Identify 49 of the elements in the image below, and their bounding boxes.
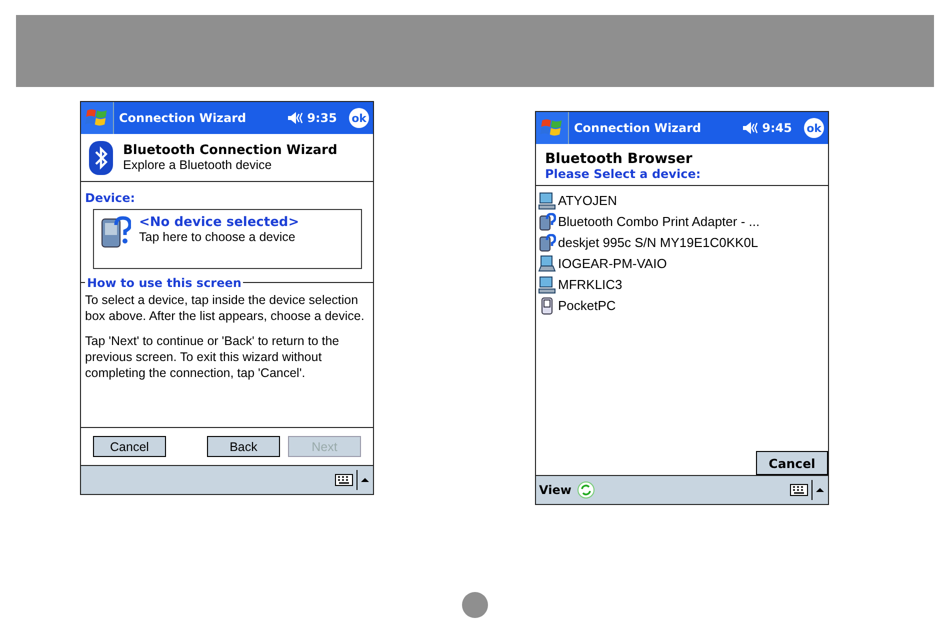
speaker-icon[interactable] <box>742 121 758 135</box>
bluetooth-icon <box>89 140 113 174</box>
window-title: Connection Wizard <box>119 111 248 125</box>
device-item[interactable]: ATYOJEN <box>536 190 828 211</box>
device-name: IOGEAR-PM-VAIO <box>558 256 667 271</box>
keyboard-icon[interactable] <box>790 484 808 496</box>
device-item[interactable]: MFRKLIC3 <box>536 274 828 295</box>
device-item[interactable]: deskjet 995c S/N MY19E1C0KK0L <box>536 232 828 253</box>
page-dot <box>462 592 488 618</box>
windows-flag-icon[interactable] <box>536 112 569 144</box>
device-selection-box[interactable]: <No device selected> Tap here to choose a device <box>93 209 362 269</box>
device-item[interactable]: PocketPC <box>536 295 828 316</box>
caret-icon[interactable] <box>356 470 370 490</box>
help-heading: How to use this screen <box>85 276 244 290</box>
ok-button[interactable]: ok <box>349 108 369 128</box>
help-text: Tap 'Next' to continue or 'Back' to return to the previous screen. To exit this wizard without completing the connection, tap 'Cancel'. <box>85 333 340 381</box>
handheld-question-icon <box>538 212 556 230</box>
cancel-button[interactable]: Cancel <box>756 451 828 475</box>
device-name: ATYOJEN <box>558 193 617 208</box>
handheld-question-icon <box>538 234 556 252</box>
help-text: To select a device, tap inside the device selection box above. After the list appears, choose a device. <box>85 292 365 324</box>
desktop-computer-icon <box>538 276 556 294</box>
clock: 9:45 <box>762 121 792 135</box>
desktop-computer-icon <box>538 192 556 210</box>
view-menu[interactable]: View <box>539 483 572 497</box>
laptop-icon <box>538 254 556 272</box>
wizard-title: Bluetooth Connection Wizard <box>123 143 338 158</box>
wizard-subtitle: Explore a Bluetooth device <box>123 158 273 172</box>
ok-button[interactable]: ok <box>804 118 824 138</box>
caret-icon[interactable] <box>811 480 825 500</box>
device-name: PocketPC <box>558 298 616 313</box>
browser-subtitle: Please Select a device: <box>545 167 702 181</box>
clock: 9:35 <box>307 111 337 125</box>
keyboard-icon[interactable] <box>335 474 353 486</box>
speaker-icon[interactable] <box>287 111 304 125</box>
device-value: <No device selected> <box>139 215 300 230</box>
device-item[interactable]: Bluetooth Combo Print Adapter - ... <box>536 211 828 232</box>
wizard-button[interactable]: Back <box>207 436 280 457</box>
windows-flag-icon[interactable] <box>81 102 114 134</box>
wizard-button[interactable]: Cancel <box>93 436 166 457</box>
device-label: Device: <box>85 191 136 205</box>
device-item[interactable]: IOGEAR-PM-VAIO <box>536 253 828 274</box>
device-name: deskjet 995c S/N MY19E1C0KK0L <box>558 235 758 250</box>
device-name: MFRKLIC3 <box>558 277 622 292</box>
browser-title: Bluetooth Browser <box>545 151 694 167</box>
device-hint: Tap here to choose a device <box>139 230 296 244</box>
refresh-icon[interactable] <box>577 481 596 499</box>
window-title: Connection Wizard <box>574 121 702 135</box>
device-name: Bluetooth Combo Print Adapter - ... <box>558 214 760 229</box>
